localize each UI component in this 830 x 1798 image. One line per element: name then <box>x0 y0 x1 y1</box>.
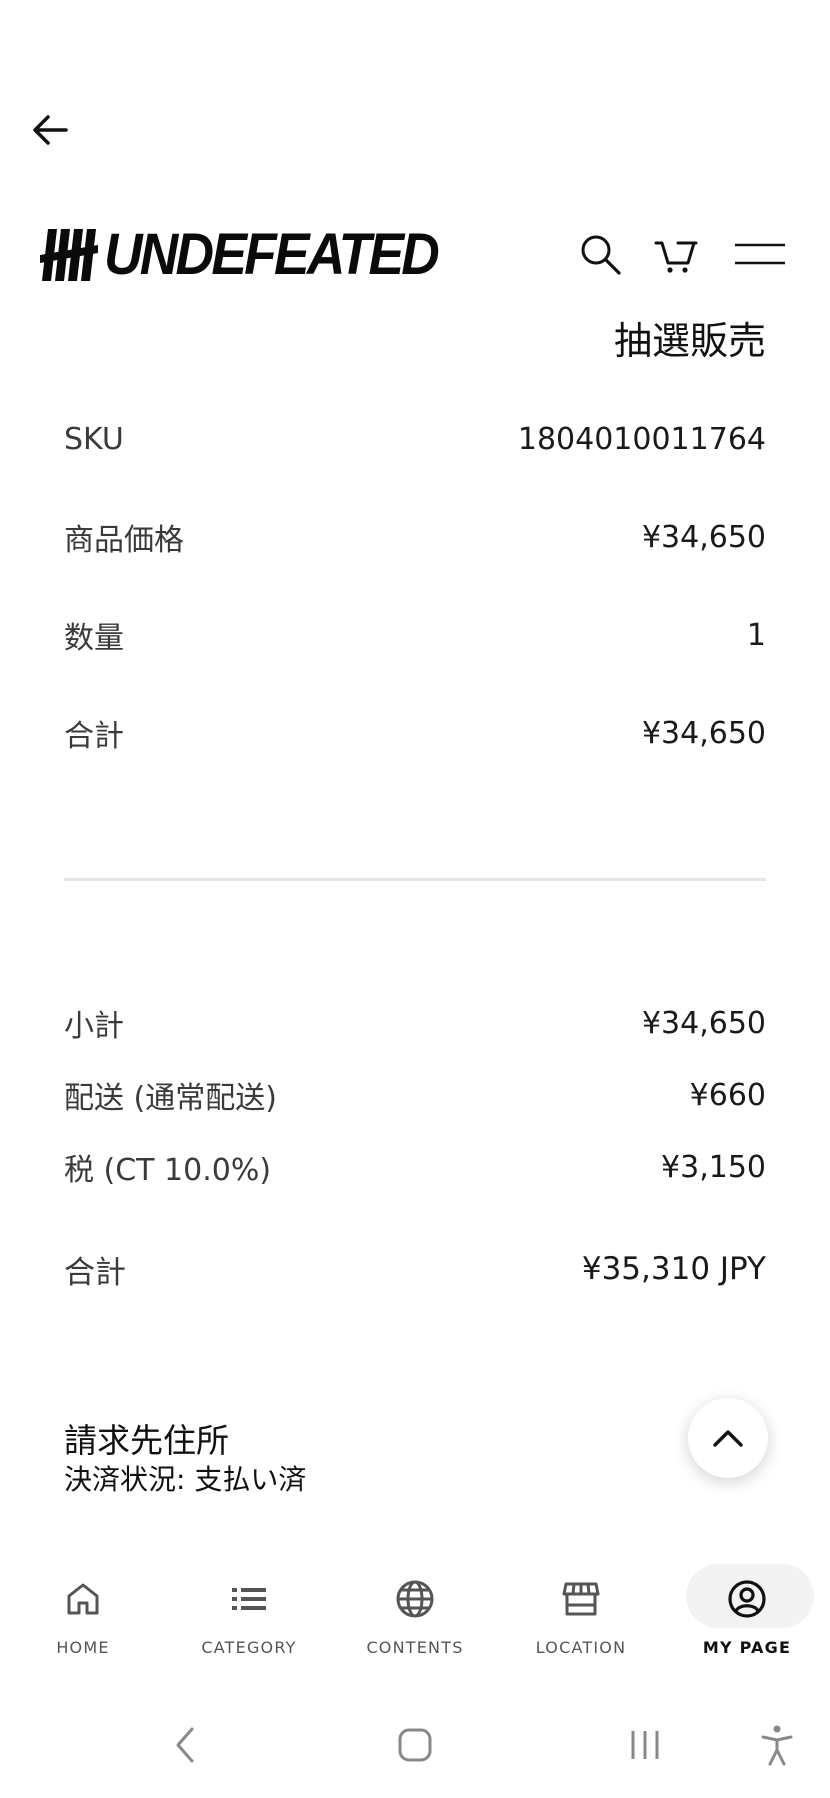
undefeated-bars-icon <box>40 229 98 281</box>
cart-icon <box>654 241 698 273</box>
tab-location[interactable]: LOCATION <box>498 1560 664 1680</box>
row-value: ¥3,150 <box>661 1149 766 1185</box>
row-value: ¥34,650 <box>641 715 766 751</box>
chevron-left-icon <box>176 1727 194 1763</box>
accessibility-button[interactable] <box>752 1720 802 1770</box>
summary-row-tax: 税 (CT 10.0%) ¥3,150 <box>64 1144 766 1190</box>
row-label: 合計 <box>64 719 124 754</box>
search-button[interactable] <box>574 228 626 280</box>
tab-label: HOME <box>56 1638 110 1657</box>
tab-label: CONTENTS <box>366 1638 464 1657</box>
brand-logo[interactable]: UNDEFEATED <box>40 220 466 290</box>
summary-row-subtotal: 小計 ¥34,650 <box>64 1000 766 1046</box>
list-icon <box>226 1576 272 1622</box>
system-home-button[interactable] <box>390 1720 440 1770</box>
home-square-icon <box>398 1728 432 1762</box>
hamburger-menu-icon <box>735 243 785 265</box>
order-row-total: 合計 ¥34,650 <box>64 708 766 758</box>
row-label: 小計 <box>64 1009 124 1044</box>
order-row-quantity: 数量 1 <box>64 610 766 660</box>
order-row-price: 商品価格 ¥34,650 <box>64 512 766 562</box>
sale-type-label: 抽選販売 <box>613 319 766 363</box>
row-value: ¥34,650 <box>641 1005 766 1041</box>
payment-status: 決済状況: 支払い済 <box>64 1463 307 1496</box>
divider <box>64 878 766 881</box>
tab-my-page[interactable]: MY PAGE <box>664 1560 830 1680</box>
summary-row-shipping: 配送 (通常配送) ¥660 <box>64 1072 766 1118</box>
row-label: 配送 (通常配送) <box>64 1081 277 1116</box>
row-label: 商品価格 <box>64 523 184 558</box>
back-button[interactable] <box>28 108 72 152</box>
brand-name: UNDEFEATED <box>104 222 440 287</box>
chevron-up-icon <box>713 1430 743 1447</box>
tab-label: CATEGORY <box>201 1638 297 1657</box>
tab-label: MY PAGE <box>702 1638 792 1657</box>
accessibility-icon <box>761 1725 793 1766</box>
search-icon <box>581 235 621 275</box>
tab-label: LOCATION <box>535 1638 627 1657</box>
summary-row-grand-total: 合計 ¥35,310 JPY <box>64 1244 766 1294</box>
row-label: 税 (CT 10.0%) <box>64 1153 272 1188</box>
menu-button[interactable] <box>730 228 790 280</box>
globe-icon <box>392 1576 438 1622</box>
home-icon <box>60 1576 106 1622</box>
order-row-sku: SKU 1804010011764 <box>64 414 766 464</box>
row-value: ¥660 <box>689 1077 766 1113</box>
row-value: ¥34,650 <box>641 519 766 555</box>
tab-contents[interactable]: CONTENTS <box>332 1560 498 1680</box>
recents-icon <box>631 1731 659 1759</box>
user-circle-icon <box>724 1576 770 1622</box>
billing-address-title: 請求先住所 <box>64 1421 229 1460</box>
system-recents-button[interactable] <box>620 1720 670 1770</box>
row-value: 1 <box>746 617 766 653</box>
tab-home[interactable]: HOME <box>0 1560 166 1680</box>
system-navigation-bar <box>0 1690 830 1798</box>
system-back-button[interactable] <box>160 1720 210 1770</box>
scroll-to-top-button[interactable] <box>688 1398 768 1478</box>
cart-button[interactable] <box>648 228 704 280</box>
row-label: 数量 <box>64 621 124 656</box>
bottom-tab-bar: HOME CATEGORY CONTENTS LOCATION MY PAGE <box>0 1560 830 1680</box>
arrow-left-icon <box>33 115 68 145</box>
row-label: 合計 <box>64 1254 126 1291</box>
tab-category[interactable]: CATEGORY <box>166 1560 332 1680</box>
row-value: ¥35,310 JPY <box>581 1251 766 1287</box>
store-icon <box>558 1576 604 1622</box>
row-label: SKU <box>64 421 124 457</box>
row-value: 1804010011764 <box>517 421 766 457</box>
